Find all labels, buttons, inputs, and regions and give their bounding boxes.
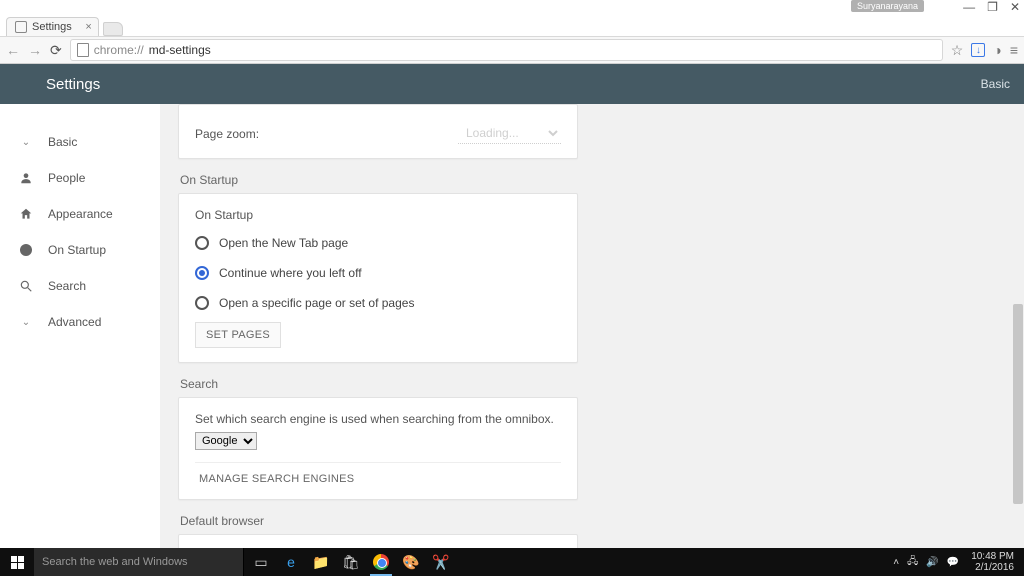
section-label-default-browser: Default browser [180, 514, 578, 528]
taskbar-app-snipping[interactable]: ✂️ [426, 548, 456, 576]
settings-header: Settings Basic [0, 64, 1024, 104]
chevron-down-icon: ⌄ [18, 314, 34, 330]
system-tray[interactable]: ˄ 🖧 🔊 💬 10:48 PM 2/1/2016 [893, 551, 1024, 573]
window-minimize[interactable]: — [963, 0, 975, 14]
taskbar-app-store[interactable]: 🛍 [336, 548, 366, 576]
tab-title: Settings [32, 21, 72, 33]
download-icon[interactable]: ↓ [971, 43, 985, 57]
settings-title: Settings [46, 76, 100, 93]
radio-open-new-tab[interactable]: Open the New Tab page [195, 228, 561, 258]
tab-settings[interactable]: Settings × [6, 17, 99, 36]
sidebar-item-label: Advanced [48, 315, 101, 329]
set-pages-button[interactable]: SET PAGES [195, 322, 281, 348]
chrome-user-chip[interactable]: Suryanarayana [851, 0, 924, 12]
sidebar-item-basic[interactable]: ⌄ Basic [0, 124, 159, 160]
sidebar-item-search[interactable]: Search [0, 268, 159, 304]
windows-logo-icon [11, 556, 24, 569]
tray-chevron-icon[interactable]: ˄ [893, 557, 899, 568]
search-description: Set which search engine is used when sea… [195, 412, 561, 426]
window-close[interactable]: ✕ [1010, 0, 1020, 14]
search-card: Set which search engine is used when sea… [178, 397, 578, 500]
radio-open-specific-pages[interactable]: Open a specific page or set of pages [195, 288, 561, 318]
address-bar[interactable]: chrome:// md-settings [70, 39, 943, 61]
url-scheme: chrome:// [94, 43, 144, 57]
chevron-down-icon: ⌄ [18, 134, 34, 150]
tray-network-icon[interactable]: 🖧 [907, 554, 918, 571]
windows-taskbar: Search the web and Windows ▭ e 📁 🛍 🎨 ✂️ … [0, 548, 1024, 576]
tray-volume-icon[interactable]: 🔊 [926, 557, 938, 568]
new-tab-button[interactable] [103, 22, 123, 36]
sidebar-item-advanced[interactable]: ⌄ Advanced [0, 304, 159, 340]
url-path: md-settings [149, 43, 211, 57]
settings-sidebar: ⌄ Basic People Appearance On Startup Sea… [0, 104, 160, 548]
sidebar-item-label: People [48, 171, 85, 185]
radio-label: Open the New Tab page [219, 236, 348, 250]
sidebar-item-label: Search [48, 279, 86, 293]
sidebar-item-label: Basic [48, 135, 77, 149]
tray-notifications-icon[interactable]: 💬 [947, 557, 959, 568]
person-icon [18, 170, 34, 186]
card-heading: On Startup [195, 208, 561, 222]
search-engine-select[interactable]: Google [195, 432, 257, 450]
tab-strip: Settings × [0, 12, 1024, 36]
page-icon [77, 43, 89, 57]
page-icon [15, 21, 27, 33]
scrollbar-vertical[interactable] [1012, 104, 1024, 548]
sidebar-item-label: Appearance [48, 207, 113, 221]
home-icon [18, 206, 34, 222]
scrollbar-thumb[interactable] [1013, 304, 1023, 504]
circle-icon [18, 242, 34, 258]
window-maximize[interactable]: ❐ [987, 0, 998, 14]
back-button[interactable]: ← [6, 42, 20, 59]
taskbar-time: 10:48 PM [971, 551, 1014, 562]
sidebar-item-on-startup[interactable]: On Startup [0, 232, 159, 268]
taskbar-app-chrome[interactable] [366, 548, 396, 576]
tab-close-icon[interactable]: × [85, 21, 91, 33]
taskbar-search-placeholder: Search the web and Windows [42, 556, 188, 568]
taskbar-app-edge[interactable]: e [276, 548, 306, 576]
settings-header-section: Basic [981, 77, 1010, 91]
taskbar-clock[interactable]: 10:48 PM 2/1/2016 [967, 551, 1018, 573]
settings-content: Page zoom: Loading... On Startup On Star… [160, 104, 1024, 548]
settings-body: ⌄ Basic People Appearance On Startup Sea… [0, 104, 1024, 548]
manage-search-engines-button[interactable]: MANAGE SEARCH ENGINES [195, 467, 358, 491]
page-zoom-label: Page zoom: [195, 127, 259, 141]
section-label-search: Search [180, 377, 578, 391]
forward-button: → [28, 42, 42, 59]
radio-label: Continue where you left off [219, 266, 362, 280]
radio-continue-where-left-off[interactable]: Continue where you left off [195, 258, 561, 288]
bookmark-star-icon[interactable]: ☆ [951, 42, 964, 59]
sidebar-item-people[interactable]: People [0, 160, 159, 196]
sidebar-item-label: On Startup [48, 243, 106, 257]
taskbar-search-input[interactable]: Search the web and Windows [34, 548, 244, 576]
extension-icon[interactable]: ◑ [993, 42, 1001, 58]
section-label-on-startup: On Startup [180, 173, 578, 187]
menu-icon[interactable]: ≡ [1010, 42, 1018, 58]
taskbar-app-paint[interactable]: 🎨 [396, 548, 426, 576]
appearance-card: Page zoom: Loading... [178, 104, 578, 159]
radio-label: Open a specific page or set of pages [219, 296, 414, 310]
radio-icon [195, 296, 209, 310]
on-startup-card: On Startup Open the New Tab page Continu… [178, 193, 578, 363]
sidebar-item-appearance[interactable]: Appearance [0, 196, 159, 232]
page-zoom-select[interactable]: Loading... [458, 123, 561, 144]
start-button[interactable] [0, 548, 34, 576]
window-titlebar: Suryanarayana — ❐ ✕ [0, 0, 1024, 12]
toolbar: ← → ⟳ chrome:// md-settings ☆ ↓ ◑ ≡ [0, 36, 1024, 64]
taskbar-app-file-explorer[interactable]: 📁 [306, 548, 336, 576]
radio-icon [195, 236, 209, 250]
reload-button[interactable]: ⟳ [50, 42, 62, 59]
taskbar-date: 2/1/2016 [971, 562, 1014, 573]
search-icon [18, 278, 34, 294]
default-browser-card: Google Chrome is not currently your defa… [178, 534, 578, 548]
radio-icon [195, 266, 209, 280]
task-view-button[interactable]: ▭ [246, 548, 276, 576]
